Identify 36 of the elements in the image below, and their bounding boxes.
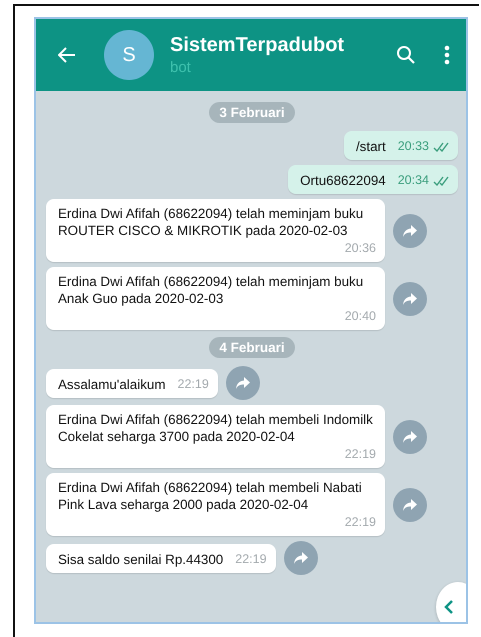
message-time: 22:19 [344,514,376,531]
share-button[interactable] [226,366,260,400]
share-icon [402,224,418,238]
date-label: 3 Februari [209,102,295,123]
message-time: 22:19 [344,446,376,463]
message-time: 20:34 [398,172,429,189]
message-time: 20:36 [344,240,376,257]
chevron-left-icon [444,599,454,615]
share-button[interactable] [393,488,427,522]
message-text: Erdina Dwi Afifah (68622094) telah meminjam buku Anak Guo pada 2020-02-03 [58,273,364,307]
message-time: 20:40 [344,308,376,325]
share-icon [292,551,309,565]
message-text: Sisa saldo senilai Rp.44300 [58,550,224,568]
share-icon [234,376,251,390]
message-text: Assalamu'alaikum [58,376,166,392]
chat-title: SistemTerpadubot [170,34,346,57]
avatar: S [104,30,154,80]
message-text: Erdina Dwi Afifah (68622094) telah meminjam buku ROUTER CISCO & MIKROTIK pada 2020-02-03 [58,205,364,239]
message-time: 20:33 [398,138,429,155]
share-icon [402,498,418,512]
message-text: /start [356,138,386,155]
share-icon [402,430,418,444]
date-label: 4 Februari [209,337,295,358]
message-time: 22:19 [235,550,267,568]
share-icon [402,292,418,306]
message-time: 22:19 [178,376,209,392]
share-button[interactable] [393,420,427,454]
more-icon [444,45,450,65]
share-button[interactable] [393,214,427,248]
share-button[interactable] [284,541,318,575]
message-text: Ortu68622094 [300,172,386,189]
message-text: Erdina Dwi Afifah (68622094) telah membeli Nabati Pink Lava seharga 2000 pada 2020-02-04 [58,479,363,513]
double-check-icon [433,142,449,152]
double-check-icon [433,176,449,186]
message-text: Erdina Dwi Afifah (68622094) telah membeli Indomilk Cokelat seharga 3700 pada 2020-02-04 [58,411,374,445]
share-button[interactable] [393,282,427,316]
